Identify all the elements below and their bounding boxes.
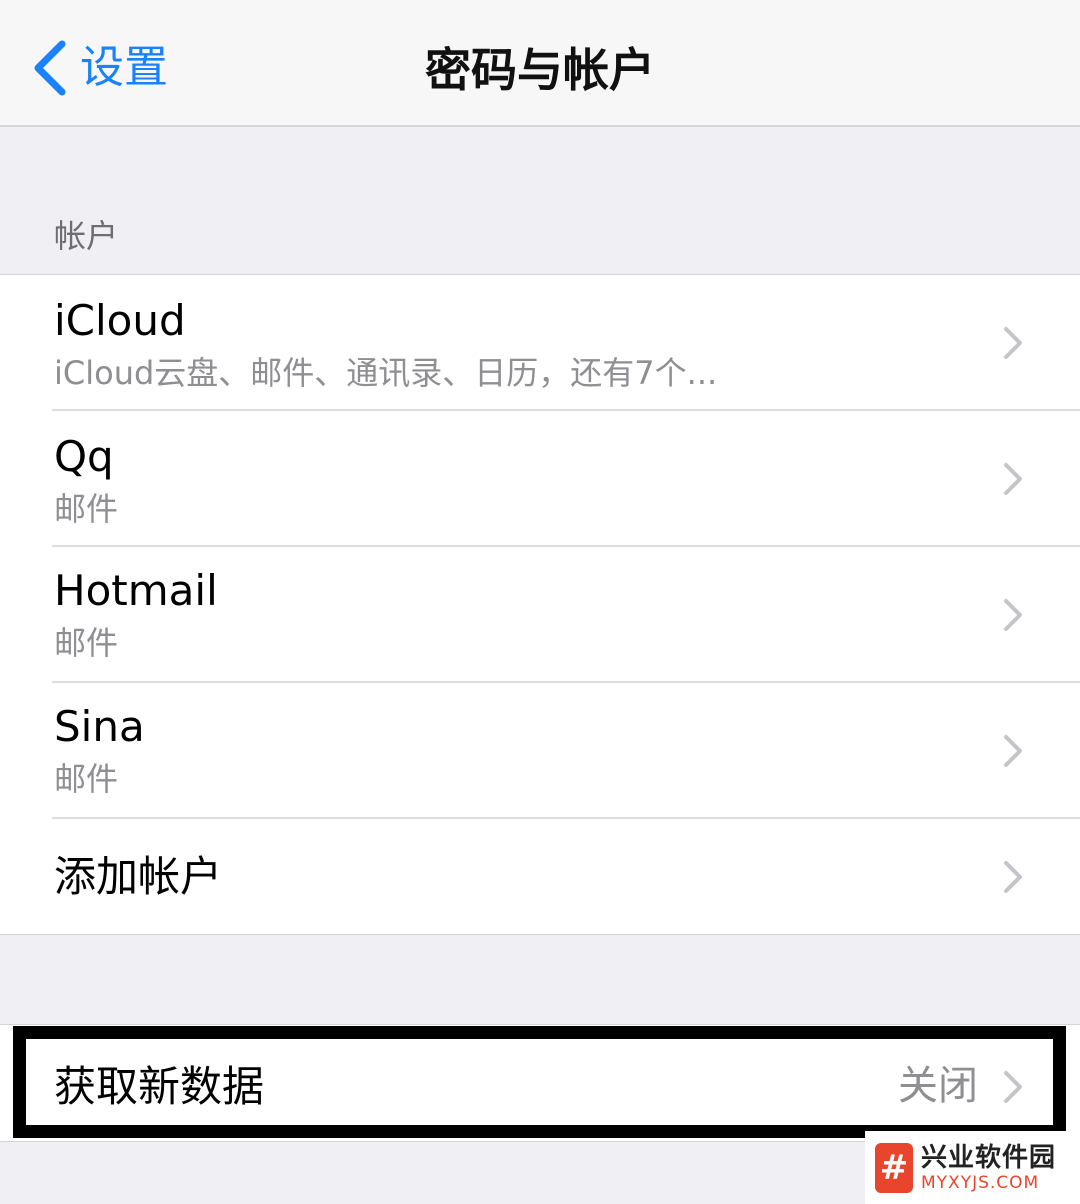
account-row-qq[interactable]: Qq 邮件	[0, 411, 1080, 547]
navigation-bar: 设置 密码与帐户	[0, 0, 1080, 127]
fetch-new-data-label: 获取新数据	[54, 1062, 265, 1111]
section-header-accounts: 帐户	[54, 217, 119, 255]
chevron-right-icon	[1004, 599, 1022, 631]
account-title: Sina	[54, 702, 145, 751]
page-title: 密码与帐户	[425, 43, 655, 97]
watermark-domain: MYXYJS.COM	[921, 1172, 1040, 1193]
settings-screen: 设置 密码与帐户 帐户 iCloud iCloud云盘、邮件、通讯录、日历，还有…	[0, 0, 1080, 1204]
fetch-new-data-value: 关闭	[898, 1063, 978, 1109]
fetch-new-data-row[interactable]: 获取新数据 关闭	[0, 1024, 1080, 1142]
account-title: iCloud	[54, 296, 186, 345]
accounts-list: iCloud iCloud云盘、邮件、通讯录、日历，还有7个... Qq 邮件 …	[0, 274, 1080, 935]
add-account-row[interactable]: 添加帐户	[0, 819, 1080, 935]
account-row-sina[interactable]: Sina 邮件	[0, 683, 1080, 819]
account-subtitle: 邮件	[54, 490, 119, 528]
add-account-label: 添加帐户	[54, 852, 223, 901]
account-row-icloud[interactable]: iCloud iCloud云盘、邮件、通讯录、日历，还有7个...	[0, 275, 1080, 411]
chevron-right-icon	[1004, 1071, 1022, 1103]
chevron-right-icon	[1004, 735, 1022, 767]
account-title: Hotmail	[54, 566, 218, 615]
watermark-text: 兴业软件园 MYXYJS.COM	[921, 1143, 1056, 1193]
account-subtitle: 邮件	[54, 760, 119, 798]
account-row-hotmail[interactable]: Hotmail 邮件	[0, 547, 1080, 683]
chevron-right-icon	[1004, 463, 1022, 495]
watermark-name: 兴业软件园	[921, 1142, 1057, 1173]
account-title: Qq	[54, 432, 114, 481]
watermark: # 兴业软件园 MYXYJS.COM	[865, 1131, 1080, 1204]
account-subtitle: iCloud云盘、邮件、通讯录、日历，还有7个...	[54, 354, 718, 392]
watermark-logo-icon: #	[875, 1142, 913, 1193]
chevron-right-icon	[1004, 861, 1022, 893]
account-subtitle: 邮件	[54, 624, 119, 662]
chevron-right-icon	[1004, 327, 1022, 359]
